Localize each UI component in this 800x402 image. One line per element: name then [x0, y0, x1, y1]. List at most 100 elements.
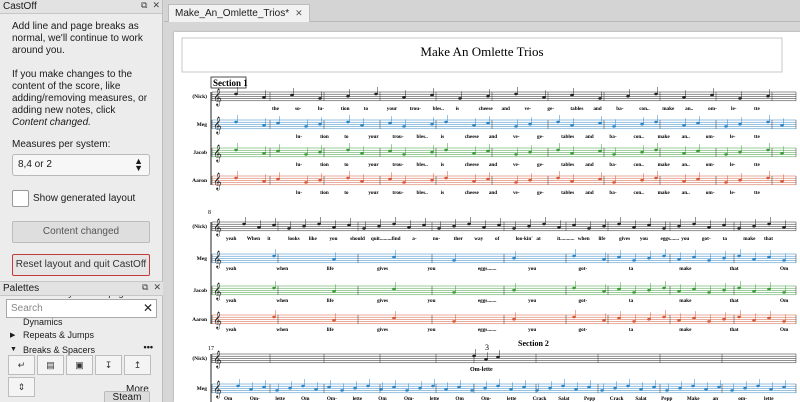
aaron-note[interactable] — [276, 177, 280, 181]
aaron-sys1-staff[interactable]: 𝄞 Aaron — [192, 173, 796, 190]
aaron-note[interactable] — [234, 176, 238, 180]
nick-sys1-staff[interactable]: 𝄞 (Nick) — [192, 89, 796, 106]
aaron-note[interactable] — [766, 176, 770, 180]
jacob-note[interactable] — [486, 149, 490, 153]
meg-sys3-note[interactable] — [405, 389, 409, 392]
nick-sys2-note[interactable] — [557, 226, 561, 229]
meg-sys3-note[interactable] — [379, 388, 383, 391]
nick-sys2-note[interactable] — [677, 224, 681, 228]
meg-sys2-note[interactable] — [662, 254, 666, 258]
nick-sys2-note[interactable] — [617, 222, 621, 226]
jacob-note[interactable] — [430, 150, 434, 154]
meg-sys3-note[interactable] — [483, 386, 487, 390]
nick-note[interactable] — [710, 93, 714, 97]
jacob-sys2-note[interactable] — [752, 290, 756, 293]
score-page[interactable]: Make An Omlette Trios Section 1 8 17 Sec… — [174, 32, 800, 402]
jacob-note[interactable] — [472, 152, 476, 155]
jacob-sys2-note[interactable] — [272, 286, 276, 290]
palette-item-dynamics[interactable]: Dynamics — [0, 318, 163, 327]
show-generated-layout-checkbox[interactable] — [12, 190, 29, 207]
meg-sys3-note[interactable] — [236, 384, 240, 388]
aaron-sys2-note[interactable] — [272, 315, 276, 319]
aaron-note[interactable] — [556, 176, 560, 180]
aaron-sys2-note[interactable] — [677, 319, 681, 322]
nick-sys2-note[interactable] — [497, 223, 501, 227]
nick-sys2-note[interactable] — [752, 224, 756, 228]
jacob-note[interactable] — [640, 150, 644, 154]
nick-sys2-note[interactable] — [692, 222, 696, 226]
nick-sys2-note[interactable] — [407, 226, 411, 229]
aaron-note[interactable] — [598, 177, 602, 181]
nick-note[interactable] — [374, 92, 378, 96]
nick-note[interactable] — [318, 97, 322, 100]
aaron-sys2-note[interactable] — [452, 320, 456, 323]
meg-sys3-note[interactable] — [522, 385, 526, 389]
nick-sys2-note[interactable] — [392, 222, 396, 226]
meg-sys3-note[interactable] — [730, 389, 734, 392]
meg-note[interactable] — [346, 120, 350, 124]
meg-sys2-note[interactable] — [767, 255, 771, 259]
aaron-note[interactable] — [430, 178, 434, 182]
nick-note[interactable] — [262, 96, 266, 99]
meg-sys3-note[interactable] — [509, 388, 513, 391]
aaron-sys2-note[interactable] — [572, 315, 576, 319]
nick-note[interactable] — [542, 96, 546, 99]
nick-sys2-note[interactable] — [647, 223, 651, 227]
jacob-note[interactable] — [766, 148, 770, 152]
nick-sys2-note[interactable] — [722, 223, 726, 227]
meg-note[interactable] — [738, 122, 742, 126]
jacob-note[interactable] — [724, 153, 728, 156]
staff-spacer-fixed-icon[interactable]: ⇕ — [8, 377, 35, 397]
nick-sys3-note[interactable] — [484, 358, 488, 361]
float-panel-icon[interactable]: ⧉ — [141, 0, 147, 11]
meg-note[interactable] — [262, 124, 266, 127]
nick-note[interactable] — [514, 92, 518, 96]
jacob-note[interactable] — [738, 150, 742, 154]
close-panel-icon[interactable]: ✕ — [153, 282, 161, 293]
aaron-sys2-note[interactable] — [722, 317, 726, 321]
aaron-note[interactable] — [360, 180, 364, 183]
nick-sys2-note[interactable] — [347, 223, 351, 227]
score-tab[interactable]: Make_An_Omlette_Trios* ✕ — [168, 4, 310, 22]
meg-note[interactable] — [402, 125, 406, 128]
jacob-sys2-note[interactable] — [782, 291, 786, 294]
nick-note[interactable] — [402, 96, 406, 99]
meg-sys3-note[interactable] — [327, 385, 331, 389]
nick-sys2-note[interactable] — [422, 223, 426, 227]
meg-sys2-note[interactable] — [392, 255, 396, 259]
meg-sys3-note[interactable] — [548, 386, 552, 390]
meg-note[interactable] — [430, 122, 434, 126]
meg-note[interactable] — [234, 120, 238, 124]
nick-note[interactable] — [458, 97, 462, 100]
aaron-note[interactable] — [570, 180, 574, 183]
meg-sys2-note[interactable] — [452, 259, 456, 262]
meg-sys3-note[interactable] — [691, 384, 695, 388]
nick-sys2-note[interactable] — [437, 227, 441, 230]
aaron-note[interactable] — [262, 180, 266, 183]
aaron-sys2-note[interactable] — [662, 315, 666, 319]
nick-sys2-note[interactable] — [587, 227, 591, 230]
aaron-note[interactable] — [654, 176, 658, 180]
jacob-note[interactable] — [598, 149, 602, 153]
aaron-note[interactable] — [402, 181, 406, 184]
nick-note[interactable] — [234, 92, 238, 96]
palette-item-repeats[interactable]: ▶ Repeats & Jumps — [0, 327, 163, 342]
score-canvas[interactable]: Make An Omlette Trios Section 1 8 17 Sec… — [174, 32, 800, 402]
jacob-sys2-note[interactable] — [662, 286, 666, 290]
nick-sys2-note[interactable] — [527, 224, 531, 228]
meg-sys3-note[interactable] — [626, 384, 630, 388]
staff-spacer-down-icon[interactable]: ↧ — [95, 355, 122, 375]
nick-sys2-note[interactable] — [572, 223, 576, 227]
nick-sys3-staff[interactable]: 𝄞 (Nick) — [192, 351, 796, 368]
jacob-note[interactable] — [402, 153, 406, 156]
meg-note[interactable] — [780, 124, 784, 127]
line-break-icon[interactable]: ↵ — [8, 355, 35, 375]
jacob-note[interactable] — [388, 149, 392, 153]
aaron-note[interactable] — [780, 180, 784, 183]
aaron-note[interactable] — [486, 177, 490, 181]
jacob-sys2-note[interactable] — [692, 287, 696, 291]
meg-sys3-note[interactable] — [782, 385, 786, 389]
meg-sys2-note[interactable] — [677, 258, 681, 261]
meg-sys3-note[interactable] — [535, 389, 539, 392]
nick-sys3-note[interactable] — [472, 354, 476, 358]
